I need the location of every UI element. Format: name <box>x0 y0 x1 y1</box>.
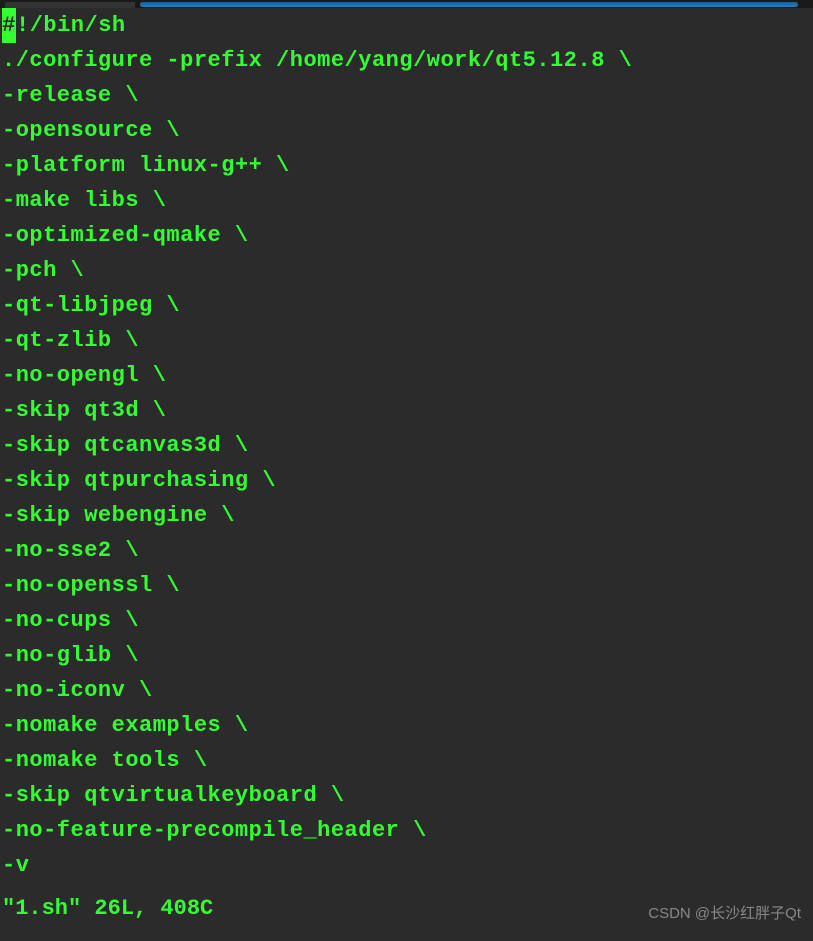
cursor: # <box>2 8 16 43</box>
vim-status-line: "1.sh" 26L, 408C <box>2 896 213 921</box>
line-text: !/bin/sh <box>16 13 126 38</box>
status-info: 26L, 408C <box>81 896 213 921</box>
inactive-tab[interactable] <box>5 2 135 8</box>
csdn-watermark: CSDN @长沙红胖子Qt <box>648 902 801 923</box>
code-line: -no-openssl \ <box>0 568 813 603</box>
code-line: -skip qt3d \ <box>0 393 813 428</box>
code-line: -make libs \ <box>0 183 813 218</box>
code-line: -no-cups \ <box>0 603 813 638</box>
code-line: -pch \ <box>0 253 813 288</box>
code-line: -no-sse2 \ <box>0 533 813 568</box>
active-tab-highlight[interactable] <box>140 2 798 7</box>
editor-content[interactable]: #!/bin/sh ./configure -prefix /home/yang… <box>0 8 813 883</box>
status-filename: "1.sh" <box>2 896 81 921</box>
code-line: -nomake examples \ <box>0 708 813 743</box>
code-line: -optimized-qmake \ <box>0 218 813 253</box>
code-line: ./configure -prefix /home/yang/work/qt5.… <box>0 43 813 78</box>
code-line: #!/bin/sh <box>0 8 813 43</box>
code-line: -qt-libjpeg \ <box>0 288 813 323</box>
code-line: -qt-zlib \ <box>0 323 813 358</box>
code-line: -no-feature-precompile_header \ <box>0 813 813 848</box>
code-line: -no-opengl \ <box>0 358 813 393</box>
window-tab-bar <box>0 0 813 8</box>
code-line: -platform linux-g++ \ <box>0 148 813 183</box>
code-line: -no-glib \ <box>0 638 813 673</box>
code-line: -skip webengine \ <box>0 498 813 533</box>
code-line: -no-iconv \ <box>0 673 813 708</box>
code-line: -skip qtcanvas3d \ <box>0 428 813 463</box>
code-line: -nomake tools \ <box>0 743 813 778</box>
code-line: -v <box>0 848 813 883</box>
code-line: -skip qtpurchasing \ <box>0 463 813 498</box>
code-line: -release \ <box>0 78 813 113</box>
code-line: -opensource \ <box>0 113 813 148</box>
code-line: -skip qtvirtualkeyboard \ <box>0 778 813 813</box>
